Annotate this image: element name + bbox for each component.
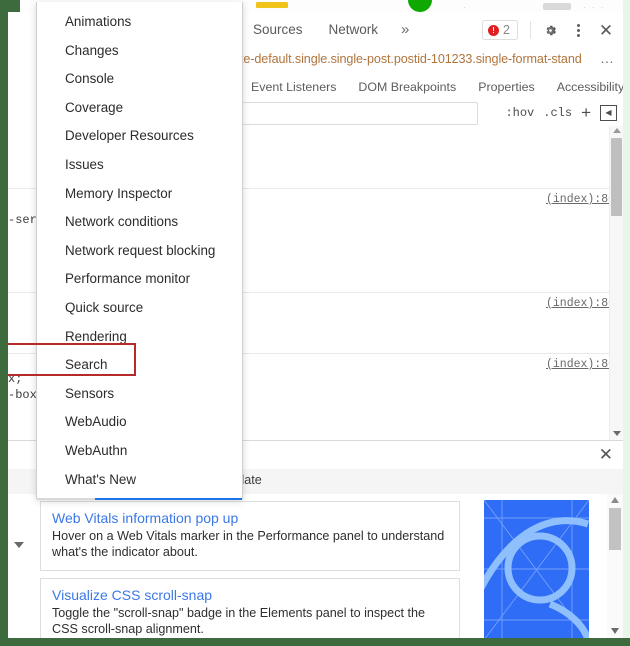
toggle-sidebar-icon[interactable]: ◀ (600, 104, 617, 121)
new-style-rule-icon[interactable]: + (581, 104, 591, 121)
error-circle-icon (488, 24, 500, 36)
chrome-dots-mid: · (463, 3, 468, 12)
chrome-green-circle-icon (408, 0, 432, 12)
drawer-scroll-down-icon-right[interactable] (611, 628, 619, 634)
menu-item-network-conditions[interactable]: Network conditions (37, 208, 242, 237)
menu-item-performance-monitor[interactable]: Performance monitor (37, 265, 242, 294)
menu-item-rendering[interactable]: Rendering (37, 323, 242, 352)
console-scrollbar-thumb[interactable] (611, 138, 622, 216)
console-scrollbar[interactable] (609, 126, 623, 440)
settings-gear-button[interactable] (537, 17, 563, 43)
menu-item-webaudio[interactable]: WebAudio (37, 408, 242, 437)
breadcrumb-overflow-icon[interactable]: … (600, 50, 615, 66)
drawer-scroll-up-icon[interactable] (611, 497, 619, 503)
console-source-link[interactable]: (index):80 (546, 297, 615, 310)
window-frame-topleft (0, 0, 20, 12)
gear-icon (546, 25, 556, 35)
breadcrumb[interactable]: te-default.single.single-post.postid-101… (240, 52, 582, 66)
cls-toggle[interactable]: .cls (543, 106, 572, 120)
hov-toggle[interactable]: :hov (505, 106, 534, 120)
devtools-tab-list: Sources Network » (240, 12, 419, 48)
filter-input[interactable] (240, 102, 478, 125)
menu-item-changes[interactable]: Changes (37, 37, 242, 66)
menu-underline-gap (37, 498, 95, 501)
tab-sources[interactable]: Sources (240, 12, 316, 48)
card-description: Toggle the "scroll-snap" badge in the El… (52, 606, 425, 636)
console-scroll-up-icon[interactable] (613, 128, 621, 133)
styles-toolbar-actions: :hov .cls + ◀ (505, 99, 617, 126)
pane-tab-properties[interactable]: Properties (467, 80, 545, 94)
menu-item-animations[interactable]: Animations (37, 8, 242, 37)
menu-item-developer-resources[interactable]: Developer Resources (37, 122, 242, 151)
error-badge[interactable]: 2 (482, 20, 518, 40)
close-icon: ✕ (598, 20, 614, 40)
more-tools-menu: Animations Changes Console Coverage Deve… (36, 2, 243, 501)
menu-item-console[interactable]: Console (37, 65, 242, 94)
tab-overflow-chevron-icon[interactable]: » (391, 12, 419, 48)
toolbar-divider (530, 21, 531, 39)
menu-item-issues[interactable]: Issues (37, 151, 242, 180)
drawer-scrollbar[interactable] (607, 494, 623, 639)
menu-item-quick-source[interactable]: Quick source (37, 294, 242, 323)
menu-item-network-request-blocking[interactable]: Network request blocking (37, 237, 242, 266)
sidebar-pane-tab-list: Event Listeners DOM Breakpoints Properti… (240, 74, 630, 99)
error-count: 2 (503, 23, 510, 37)
menu-item-sensors[interactable]: Sensors (37, 380, 242, 409)
drawer-close-icon[interactable]: ✕ (599, 445, 613, 465)
drawer-scroll-down-icon[interactable] (14, 542, 24, 548)
drawer-left-scroll[interactable] (8, 494, 30, 639)
card-title[interactable]: Visualize CSS scroll-snap (52, 587, 448, 603)
window-frame-left (0, 0, 8, 646)
more-tools-menu-list: Animations Changes Console Coverage Deve… (37, 2, 242, 498)
pane-tab-event-listeners[interactable]: Event Listeners (240, 80, 347, 94)
drawer-scrollbar-thumb[interactable] (609, 508, 621, 550)
pane-tab-accessibility[interactable]: Accessibility (546, 80, 630, 94)
menu-item-memory-inspector[interactable]: Memory Inspector (37, 180, 242, 209)
kebab-icon (576, 22, 580, 39)
console-source-link[interactable]: (index):80 (546, 193, 615, 206)
console-code: x; (8, 372, 23, 386)
screenshot-root: · · · · · · Sources Network » 2 (0, 0, 630, 646)
chrome-yellow-marker (256, 2, 288, 8)
window-frame-right (623, 0, 630, 646)
card-description: Hover on a Web Vitals marker in the Perf… (52, 529, 445, 559)
tab-network[interactable]: Network (316, 12, 392, 48)
console-scroll-down-icon[interactable] (613, 431, 621, 436)
menu-item-webauthn[interactable]: WebAuthn (37, 437, 242, 466)
card-title[interactable]: Web Vitals information pop up (52, 510, 448, 526)
whats-new-thumbnail (484, 500, 589, 639)
close-devtools-button[interactable]: ✕ (593, 17, 619, 43)
pane-tab-dom-breakpoints[interactable]: DOM Breakpoints (347, 80, 467, 94)
whats-new-card[interactable]: Web Vitals information pop up Hover on a… (40, 501, 460, 571)
whats-new-card-list: Web Vitals information pop up Hover on a… (40, 501, 460, 639)
more-options-button[interactable] (565, 17, 591, 43)
chrome-dots-right: · · · (583, 3, 606, 12)
drawer-content: Web Vitals information pop up Hover on a… (8, 494, 623, 639)
menu-item-coverage[interactable]: Coverage (37, 94, 242, 123)
chrome-gray-bar (543, 3, 571, 10)
menu-item-search[interactable]: Search (37, 351, 242, 380)
window-frame-bottom (0, 638, 630, 646)
devtools-tabstrip-actions: 2 ✕ (482, 12, 619, 48)
blueprint-graphic-icon (484, 500, 589, 639)
menu-item-whats-new[interactable]: What's New (37, 466, 242, 495)
console-source-link[interactable]: (index):80 (546, 358, 615, 371)
whats-new-card[interactable]: Visualize CSS scroll-snap Toggle the "sc… (40, 578, 460, 639)
